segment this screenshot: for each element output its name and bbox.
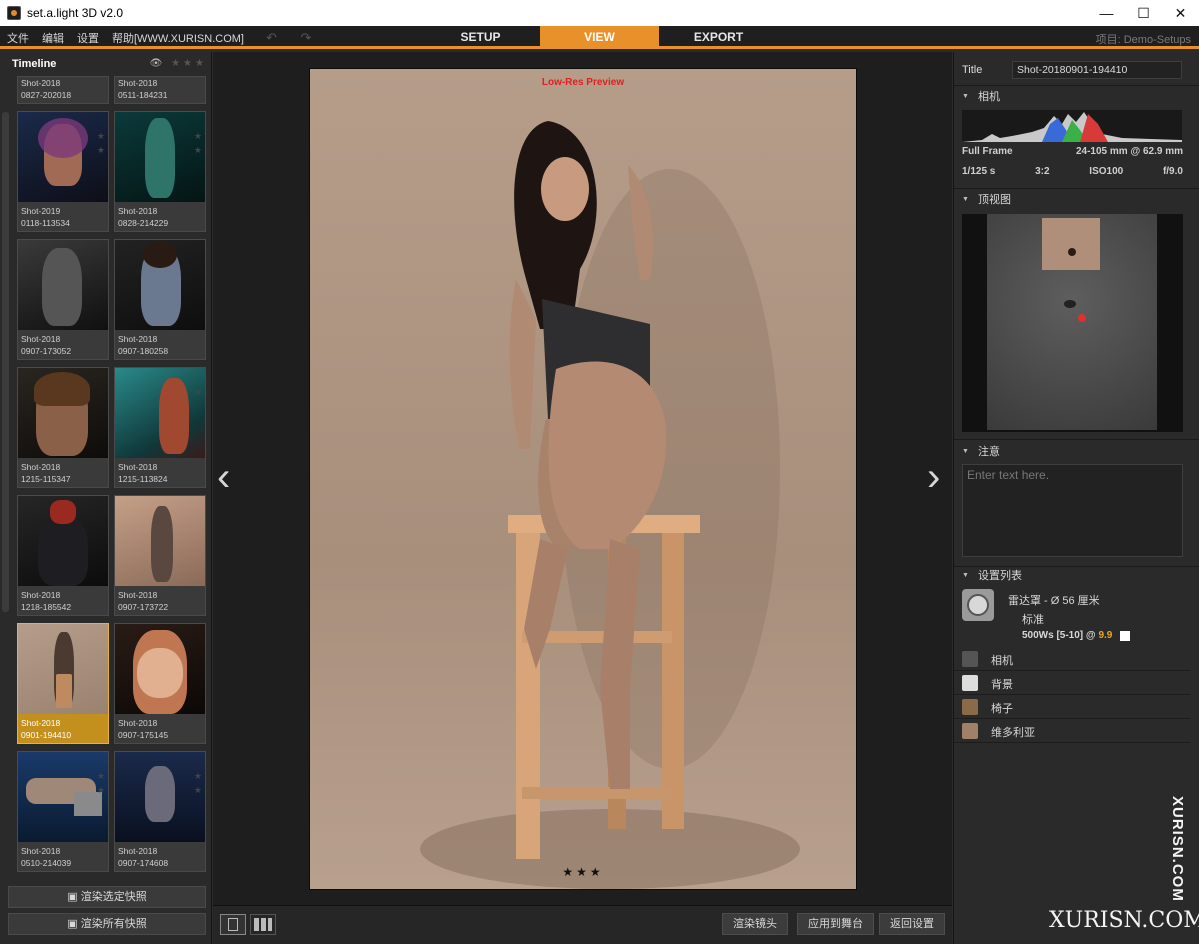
grid-view-icon[interactable] bbox=[250, 914, 276, 935]
timeline-thumb[interactable]: Shot-2018 1215-115347 bbox=[17, 367, 109, 488]
timeline-thumb[interactable]: ★ ★ Shot-2018 0510-214039 bbox=[17, 751, 109, 872]
light-name: 雷达罩 - Ø 56 厘米 bbox=[1008, 595, 1100, 607]
lens-info: 24-105 mm @ 62.9 mm bbox=[1075, 146, 1183, 157]
timeline-thumb[interactable]: Shot-2018 0907-173052 bbox=[17, 239, 109, 360]
preview-image: Low-Res Preview ★★★ bbox=[309, 68, 857, 890]
model-icon bbox=[1068, 248, 1076, 256]
next-shot-icon[interactable]: › bbox=[927, 457, 940, 497]
notes-section-header[interactable]: 注意 bbox=[954, 442, 1199, 462]
menu-edit[interactable]: 编辑 bbox=[42, 30, 64, 46]
timeline-thumb[interactable]: Shot-2018 0827-202018 bbox=[17, 76, 109, 104]
shutter-speed: 1/125 s bbox=[962, 166, 996, 177]
histogram-graph bbox=[962, 112, 1182, 142]
setup-item-background[interactable]: 背景 bbox=[954, 671, 1190, 695]
aperture-value: f/9.0 bbox=[1162, 166, 1183, 177]
preview-rating[interactable]: ★★★ bbox=[310, 865, 856, 879]
apply-to-stage-button[interactable]: 应用到舞台 bbox=[797, 913, 874, 935]
timeline-thumb[interactable]: Shot-2018 0907-175145 bbox=[114, 623, 206, 744]
render-icon: ▣ bbox=[67, 891, 81, 903]
timeline-thumb[interactable]: Shot-2018 0907-173722 bbox=[114, 495, 206, 616]
menu-bar: 文件 编辑 设置 帮助[WWW.XURISN.COM] ↶ ↷ SETUP VI… bbox=[0, 26, 1199, 49]
back-to-setup-button[interactable]: 返回设置 bbox=[879, 913, 945, 935]
render-selected-button[interactable]: ▣ 渲染选定快照 bbox=[8, 886, 206, 908]
background-icon bbox=[962, 675, 978, 691]
prev-shot-icon[interactable]: ‹ bbox=[217, 457, 230, 497]
backdrop-icon bbox=[1042, 218, 1100, 270]
undo-redo-icons[interactable]: ↶ ↷ bbox=[266, 30, 321, 46]
tab-export[interactable]: EXPORT bbox=[659, 26, 778, 49]
menu-settings[interactable]: 设置 bbox=[77, 30, 99, 46]
menu-file[interactable]: 文件 bbox=[7, 30, 29, 46]
top-view-map[interactable] bbox=[962, 214, 1183, 432]
camera-section-header[interactable]: 相机 bbox=[954, 87, 1199, 107]
window-title: set.a.light 3D v2.0 bbox=[27, 6, 124, 20]
model-avatar-icon bbox=[962, 723, 978, 739]
timeline-panel: Timeline 👁 ★★★ Shot-2018 0827-202018 Shot… bbox=[0, 52, 212, 944]
eye-icon: 👁 bbox=[149, 58, 166, 69]
histogram bbox=[962, 110, 1182, 142]
minimize-icon[interactable]: — bbox=[1088, 0, 1125, 26]
bottom-toolbar: 渲染镜头 应用到舞台 返回设置 bbox=[213, 905, 952, 944]
light-color-swatch[interactable] bbox=[1120, 631, 1130, 641]
stool-icon bbox=[962, 699, 978, 715]
light-icon bbox=[1064, 300, 1076, 308]
timeline-thumb[interactable]: ★ Shot-2018 1215-113824 bbox=[114, 367, 206, 488]
tab-setup[interactable]: SETUP bbox=[421, 26, 540, 49]
timeline-thumb[interactable]: ★ ★ Shot-2018 0828-214229 bbox=[114, 111, 206, 232]
timeline-thumb[interactable]: Shot-2018 1218-185542 bbox=[17, 495, 109, 616]
preview-area: ‹ Low-Res Preview ★★★ › bbox=[213, 52, 952, 905]
project-name: 项目: Demo-Setups bbox=[1095, 34, 1191, 46]
timeline-thumb[interactable]: Shot-2018 0907-180258 bbox=[114, 239, 206, 360]
inspector-panel: Title Shot-20180901-194410 相机 Full Frame… bbox=[953, 52, 1199, 944]
light-power: 500Ws [5-10] @ 9.9 bbox=[1022, 630, 1113, 641]
render-icon: ▣ bbox=[67, 918, 81, 930]
window-controls: — ☐ ✕ bbox=[1088, 0, 1199, 26]
single-view-icon[interactable] bbox=[220, 914, 246, 935]
tab-view[interactable]: VIEW bbox=[540, 26, 659, 49]
close-icon[interactable]: ✕ bbox=[1162, 0, 1199, 26]
camera-icon bbox=[962, 651, 978, 667]
timeline-filter[interactable]: 👁 ★★★ bbox=[150, 58, 207, 69]
rating-filter-stars: ★★★ bbox=[171, 58, 207, 69]
camera-marker-icon bbox=[1078, 314, 1086, 322]
model-on-stool-illustration bbox=[420, 121, 800, 889]
render-all-button[interactable]: ▣ 渲染所有快照 bbox=[8, 913, 206, 935]
setup-item-model[interactable]: 维多利亚 bbox=[954, 719, 1190, 743]
vertical-watermark: XURISN.COM bbox=[1169, 796, 1186, 902]
maximize-icon[interactable]: ☐ bbox=[1125, 0, 1162, 26]
timeline-thumb[interactable]: Shot-2018 0511-184231 bbox=[114, 76, 206, 104]
title-label: Title bbox=[962, 64, 983, 76]
bottom-watermark: XURISN.COM bbox=[1049, 908, 1199, 933]
timeline-thumb-selected[interactable]: Shot-2018 0901-194410 bbox=[17, 623, 109, 744]
menu-help[interactable]: 帮助[WWW.XURISN.COM] bbox=[112, 30, 244, 46]
render-camera-button[interactable]: 渲染镜头 bbox=[722, 913, 788, 935]
app-icon bbox=[7, 6, 21, 20]
notes-textarea[interactable]: Enter text here. bbox=[962, 464, 1183, 557]
title-field[interactable]: Shot-20180901-194410 bbox=[1012, 61, 1182, 79]
setup-item-camera[interactable]: 相机 bbox=[954, 647, 1190, 671]
setup-item-stool[interactable]: 椅子 bbox=[954, 695, 1190, 719]
iso-value: ISO100 bbox=[1089, 166, 1124, 177]
softbox-icon bbox=[962, 589, 994, 621]
timeline-thumb[interactable]: ★ ★ Shot-2018 0907-174608 bbox=[114, 751, 206, 872]
light-mode: 标准 bbox=[1022, 614, 1044, 626]
window-titlebar: set.a.light 3D v2.0 — ☐ ✕ bbox=[0, 0, 1199, 26]
aspect-ratio: 3:2 bbox=[1035, 166, 1050, 177]
topview-section-header[interactable]: 顶视图 bbox=[954, 190, 1199, 210]
timeline-scrollbar[interactable] bbox=[2, 112, 9, 612]
setup-list-section-header[interactable]: 设置列表 bbox=[954, 566, 1199, 586]
timeline-thumb[interactable]: ★ ★ Shot-2019 0118-113534 bbox=[17, 111, 109, 232]
sensor-size: Full Frame bbox=[962, 146, 1013, 157]
